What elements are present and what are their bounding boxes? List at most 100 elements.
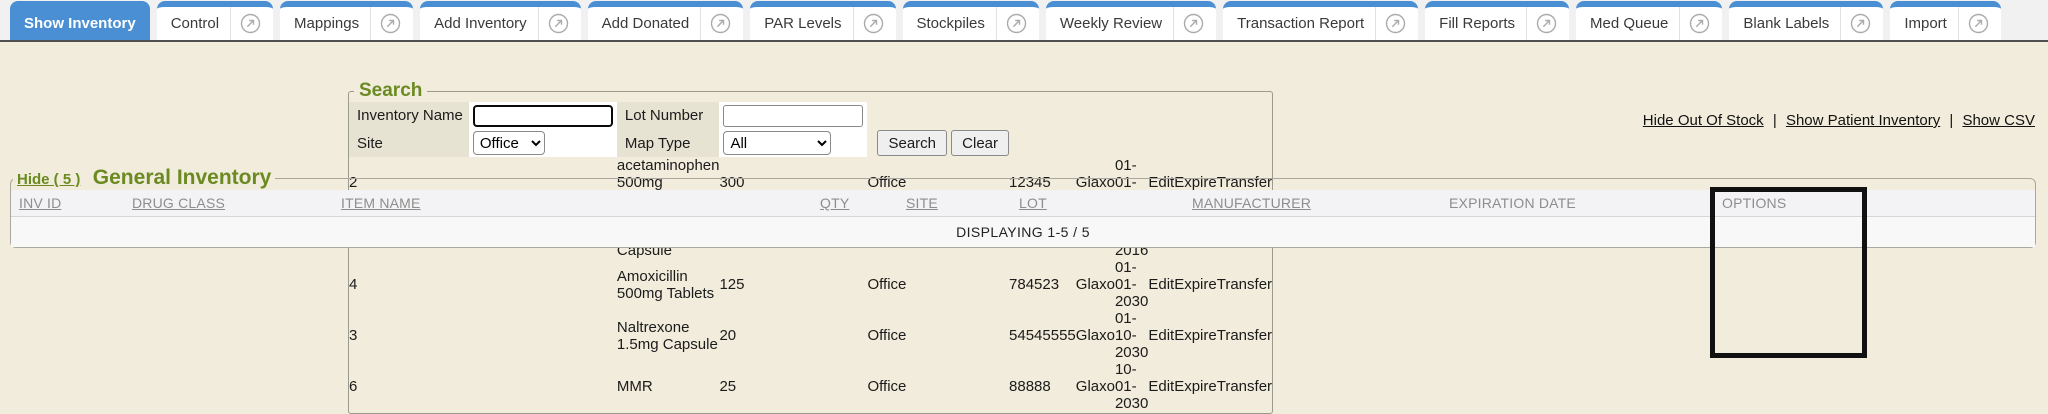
column-manufacturer: MANUFACTURER bbox=[1184, 190, 1441, 217]
tab-label: Mappings bbox=[292, 15, 361, 32]
tab-control[interactable]: Control bbox=[157, 1, 273, 40]
open-in-new-icon[interactable] bbox=[1689, 13, 1710, 34]
tab-weekly-review[interactable]: Weekly Review bbox=[1046, 1, 1216, 40]
tab-divider bbox=[996, 7, 997, 40]
open-in-new-icon[interactable] bbox=[240, 13, 261, 34]
open-in-new-icon[interactable] bbox=[863, 13, 884, 34]
tab-label: Stockpiles bbox=[915, 15, 987, 32]
cell-expiration_date: 01-10-2030 bbox=[1115, 310, 1148, 361]
hide-out-of-stock-link[interactable]: Hide Out Of Stock bbox=[1643, 112, 1764, 129]
tab-divider bbox=[1173, 7, 1174, 40]
open-in-new-icon[interactable] bbox=[1968, 13, 1989, 34]
clear-button[interactable]: Clear bbox=[951, 130, 1009, 156]
column-label-lot[interactable]: LOT bbox=[1019, 195, 1047, 211]
cell-inv_id: 3 bbox=[349, 310, 469, 361]
tab-label: Blank Labels bbox=[1741, 15, 1831, 32]
site-select[interactable]: Office bbox=[473, 131, 545, 155]
tab-divider bbox=[1958, 7, 1959, 40]
inventory-title: General Inventory bbox=[93, 166, 272, 189]
transfer-link[interactable]: Transfer bbox=[1217, 378, 1272, 395]
edit-link[interactable]: Edit bbox=[1148, 327, 1174, 344]
cell-manufacturer: Glaxo bbox=[1076, 310, 1115, 361]
tab-show-inventory[interactable]: Show Inventory bbox=[10, 1, 150, 40]
tab-divider bbox=[1679, 7, 1680, 40]
cell-drug_class bbox=[469, 259, 617, 310]
edit-link[interactable]: Edit bbox=[1148, 378, 1174, 395]
tab-par-levels[interactable]: PAR Levels bbox=[750, 1, 895, 40]
tab-label: Weekly Review bbox=[1058, 15, 1164, 32]
inventory-name-input[interactable] bbox=[473, 105, 613, 127]
tab-import[interactable]: Import bbox=[1890, 1, 2001, 40]
table-footer: DISPLAYING 1-5 / 5 bbox=[11, 217, 2035, 248]
expire-link[interactable]: Expire bbox=[1174, 327, 1217, 344]
column-label-drug_class[interactable]: DRUG CLASS bbox=[132, 195, 225, 211]
inventory-name-label: Inventory Name bbox=[349, 102, 469, 129]
search-button[interactable]: Search bbox=[877, 130, 947, 156]
tab-stockpiles[interactable]: Stockpiles bbox=[903, 1, 1039, 40]
tab-mappings[interactable]: Mappings bbox=[280, 1, 413, 40]
cell-lot: 88888 bbox=[1009, 361, 1076, 412]
tab-label: Show Inventory bbox=[22, 15, 138, 32]
tab-label: Add Inventory bbox=[432, 15, 529, 32]
open-in-new-icon[interactable] bbox=[1385, 13, 1406, 34]
show-patient-inventory-link[interactable]: Show Patient Inventory bbox=[1786, 112, 1940, 129]
cell-qty: 125 bbox=[719, 259, 867, 310]
header-row: INV ID DRUG CLASS ITEM NAME QTY SITE LOT MANUF… bbox=[11, 190, 2035, 217]
cell-site: Office bbox=[867, 259, 1009, 310]
show-csv-link[interactable]: Show CSV bbox=[1962, 112, 2035, 129]
tab-label: Fill Reports bbox=[1437, 15, 1517, 32]
transfer-link[interactable]: Transfer bbox=[1217, 327, 1272, 344]
column-label-site[interactable]: SITE bbox=[906, 195, 938, 211]
tab-med-queue[interactable]: Med Queue bbox=[1576, 1, 1722, 40]
footer-row: DISPLAYING 1-5 / 5 bbox=[11, 217, 2035, 248]
column-label-options: OPTIONS bbox=[1722, 195, 1786, 211]
tab-fill-reports[interactable]: Fill Reports bbox=[1425, 1, 1569, 40]
column-label-inv_id[interactable]: INV ID bbox=[19, 195, 61, 211]
cell-expiration_date: 10-01-2030 bbox=[1115, 361, 1148, 412]
open-in-new-icon[interactable] bbox=[710, 13, 731, 34]
column-label-qty[interactable]: QTY bbox=[820, 195, 849, 211]
inventory-panel: Hide ( 5 ) General Inventory INV ID DRUG … bbox=[10, 166, 2036, 248]
open-in-new-icon[interactable] bbox=[1850, 13, 1871, 34]
column-expiration_date: EXPIRATION DATE bbox=[1441, 190, 1714, 217]
column-qty: QTY bbox=[812, 190, 898, 217]
open-in-new-icon[interactable] bbox=[1183, 13, 1204, 34]
inventory-table-foot: DISPLAYING 1-5 / 5 bbox=[11, 217, 2035, 248]
tab-add-inventory[interactable]: Add Inventory bbox=[420, 1, 581, 40]
edit-link[interactable]: Edit bbox=[1148, 276, 1174, 293]
open-in-new-icon[interactable] bbox=[380, 13, 401, 34]
inventory-page: Show Inventory Control Mappings Add Invento… bbox=[0, 0, 2048, 402]
open-in-new-icon[interactable] bbox=[548, 13, 569, 34]
cell-lot: 54545555 bbox=[1009, 310, 1076, 361]
cell-inv_id: 6 bbox=[349, 361, 469, 412]
cell-drug_class bbox=[469, 361, 617, 412]
tab-add-donated[interactable]: Add Donated bbox=[588, 1, 744, 40]
open-in-new-icon[interactable] bbox=[1536, 13, 1557, 34]
open-in-new-icon[interactable] bbox=[1006, 13, 1027, 34]
transfer-link[interactable]: Transfer bbox=[1217, 276, 1272, 293]
cell-site: Office bbox=[867, 361, 1009, 412]
column-item_name: ITEM NAME bbox=[333, 190, 812, 217]
tab-blank-labels[interactable]: Blank Labels bbox=[1729, 1, 1883, 40]
map-type-label: Map Type bbox=[617, 129, 720, 157]
cell-item_name: MMR bbox=[617, 361, 720, 412]
tab-label: Control bbox=[169, 15, 221, 32]
tab-transaction-report[interactable]: Transaction Report bbox=[1223, 1, 1418, 40]
tab-divider bbox=[230, 7, 231, 40]
cell-options: EditExpireTransfer bbox=[1148, 310, 1272, 361]
lot-number-label: Lot Number bbox=[617, 102, 720, 129]
column-label-manufacturer[interactable]: MANUFACTURER bbox=[1192, 195, 1311, 211]
expire-link[interactable]: Expire bbox=[1174, 276, 1217, 293]
tab-divider bbox=[853, 7, 854, 40]
cell-site: Office bbox=[867, 310, 1009, 361]
map-type-select[interactable]: All bbox=[723, 131, 831, 155]
column-label-item_name[interactable]: ITEM NAME bbox=[341, 195, 421, 211]
expire-link[interactable]: Expire bbox=[1174, 378, 1217, 395]
table-row: 4Amoxicillin 500mg Tablets125Office78452… bbox=[349, 259, 1272, 310]
lot-number-input[interactable] bbox=[723, 105, 863, 127]
column-lot: LOT bbox=[1011, 190, 1184, 217]
tab-divider bbox=[1526, 7, 1527, 40]
tab-divider bbox=[370, 7, 371, 40]
hide-link[interactable]: Hide ( 5 ) bbox=[17, 171, 80, 188]
cell-options: EditExpireTransfer bbox=[1148, 361, 1272, 412]
